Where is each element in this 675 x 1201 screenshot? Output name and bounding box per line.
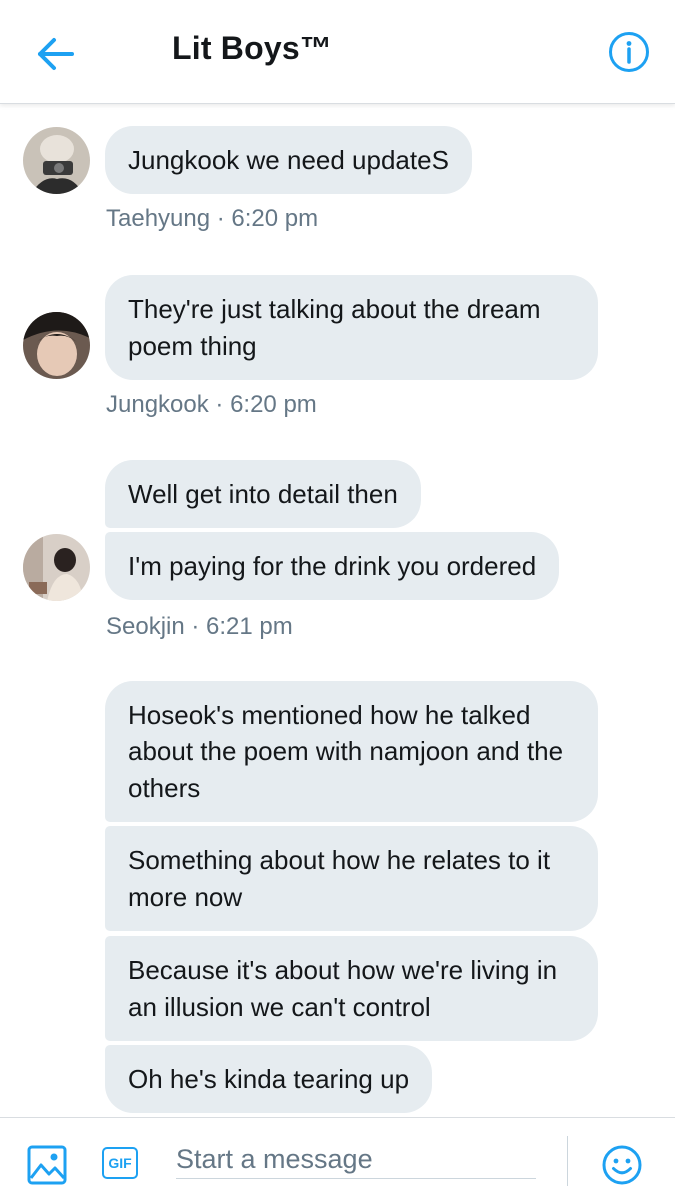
image-icon [27, 1145, 67, 1185]
message-bubble[interactable]: I'm paying for the drink you ordered [105, 532, 560, 600]
message-meta: Jungkook · 6:20 pm [106, 391, 317, 418]
info-button[interactable] [607, 30, 651, 74]
smiley-icon [602, 1145, 642, 1185]
message-bubble[interactable]: Something about how he relates to it mor… [105, 826, 598, 931]
message-bubble[interactable]: Hoseok's mentioned how he talked about t… [105, 681, 598, 822]
message-bubble[interactable]: Well get into detail then [105, 460, 421, 528]
message-text: Well get into detail then [128, 478, 398, 509]
message-thread: Jungkook we need updateS Taehyung · 6:20… [0, 104, 675, 1117]
message-input[interactable] [176, 1140, 536, 1179]
message-text: I'm paying for the drink you ordered [128, 550, 537, 581]
message-text: Oh he's kinda tearing up [128, 1063, 410, 1094]
info-icon [609, 32, 649, 72]
composer-divider [567, 1136, 568, 1186]
message-bubble[interactable]: Jungkook we need updateS [105, 126, 472, 194]
message-meta: Seokjin · 6:21 pm [106, 613, 293, 640]
message-bubble[interactable]: Because it's about how we're living in a… [105, 936, 598, 1041]
avatar-jungkook[interactable] [23, 312, 90, 379]
conversation-title: Lit Boys™ [172, 30, 333, 66]
message-bubble[interactable]: Oh he's kinda tearing up [105, 1045, 433, 1113]
avatar-taehyung[interactable] [23, 127, 90, 194]
message-meta: Taehyung · 6:20 pm [106, 205, 319, 232]
add-photo-button[interactable] [27, 1145, 67, 1185]
message-text: Hoseok's mentioned how he talked about t… [128, 699, 564, 803]
message-text: They're just talking about the dream poe… [128, 294, 541, 361]
message-composer: GIF [0, 1117, 675, 1201]
avatar-seokjin[interactable] [23, 534, 90, 601]
message-text: Jungkook we need updateS [128, 144, 449, 175]
arrow-left-icon [38, 38, 74, 70]
chat-header: Lit Boys™ [0, 0, 675, 104]
emoji-button[interactable] [601, 1144, 643, 1186]
gif-button[interactable]: GIF [102, 1147, 138, 1179]
message-text: Something about how he relates to it mor… [128, 845, 551, 912]
message-bubble[interactable]: They're just talking about the dream poe… [105, 275, 598, 380]
back-button[interactable] [34, 32, 78, 76]
message-text: Because it's about how we're living in a… [128, 955, 558, 1022]
